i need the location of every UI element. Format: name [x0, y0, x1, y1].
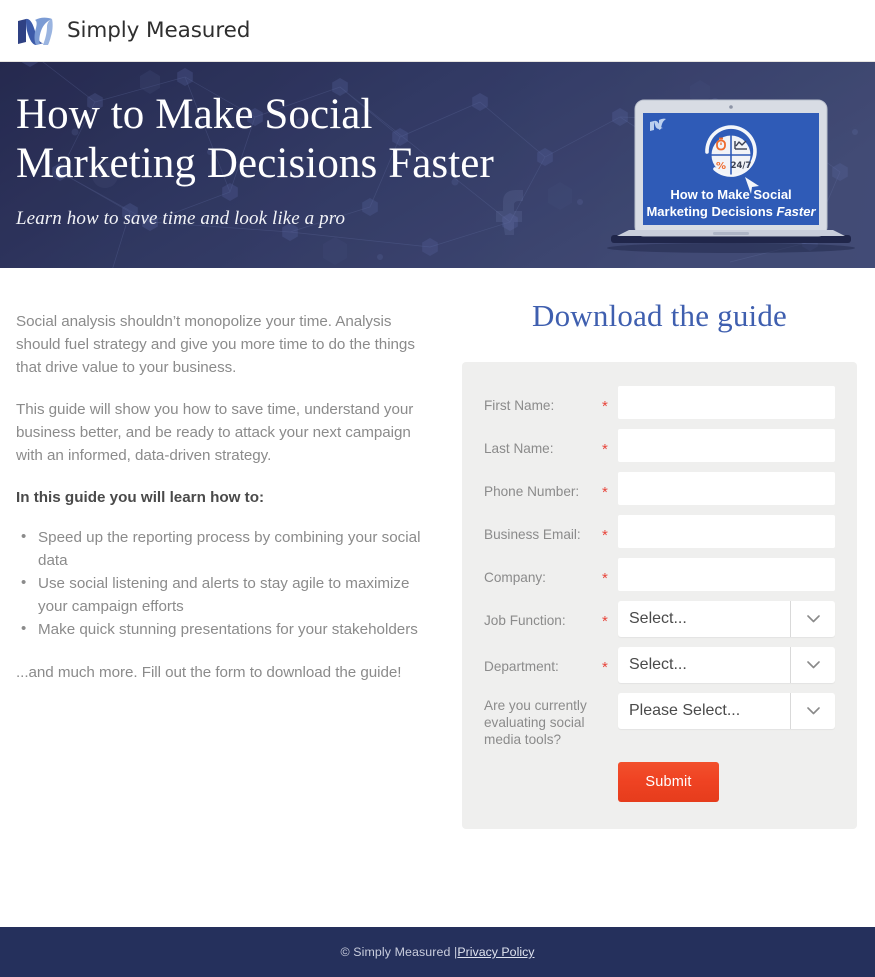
list-item: Use social listening and alerts to stay … — [16, 571, 432, 618]
required-asterisk: * — [602, 570, 608, 587]
form-row-job-function: Job Function: * Select... — [484, 601, 835, 637]
business-email-label: Business Email: — [484, 527, 581, 542]
hero-banner: How to Make Social Marketing Decisions F… — [0, 62, 875, 268]
required-asterisk-placeholder: * — [602, 693, 618, 721]
svg-text:%: % — [716, 161, 726, 172]
form-row-first-name: First Name: * — [484, 386, 835, 419]
required-asterisk: * — [602, 441, 608, 458]
footer-copyright: © Simply Measured | — [340, 945, 458, 959]
benefits-list: Speed up the reporting process by combin… — [16, 525, 432, 641]
form-actions: Submit — [484, 762, 835, 802]
svg-text:24/7: 24/7 — [731, 161, 752, 171]
closing-paragraph: ...and much more. Fill out the form to d… — [16, 664, 402, 681]
hero-title: How to Make Social Marketing Decisions F… — [16, 90, 616, 188]
form-row-evaluating-tools: Are you currently evaluating social medi… — [484, 693, 835, 748]
site-header: Simply Measured — [0, 0, 875, 62]
department-selected-value: Select... — [629, 656, 687, 673]
brand-logo[interactable]: Simply Measured — [16, 14, 250, 48]
last-name-label: Last Name: — [484, 441, 554, 456]
department-label: Department: — [484, 659, 559, 674]
phone-number-input[interactable] — [618, 472, 835, 505]
submit-button[interactable]: Submit — [618, 762, 719, 802]
simply-measured-ribbon-logo-icon — [16, 14, 56, 48]
last-name-input[interactable] — [618, 429, 835, 462]
hero-title-line1: How to Make Social — [16, 91, 373, 138]
chevron-down-icon[interactable] — [791, 601, 835, 637]
evaluating-tools-selected-value: Please Select... — [629, 702, 741, 719]
intro-paragraph-1: Social analysis shouldn’t monopolize you… — [16, 313, 415, 376]
required-asterisk: * — [602, 613, 608, 630]
list-item: Make quick stunning presentations for yo… — [16, 617, 432, 641]
form-row-phone-number: Phone Number: * — [484, 472, 835, 505]
download-form: First Name: * Last Name: * Phone Number:… — [462, 362, 857, 829]
main-content: Social analysis shouldn’t monopolize you… — [0, 268, 875, 927]
job-function-select[interactable]: Select... — [618, 601, 835, 637]
chevron-down-icon[interactable] — [791, 693, 835, 729]
phone-number-label: Phone Number: — [484, 484, 580, 499]
site-footer: © Simply Measured | Privacy Policy — [0, 927, 875, 977]
company-label: Company: — [484, 570, 546, 585]
required-asterisk: * — [602, 398, 608, 415]
chevron-down-icon[interactable] — [791, 647, 835, 683]
form-row-business-email: Business Email: * — [484, 515, 835, 548]
intro-paragraph-2: This guide will show you how to save tim… — [16, 401, 414, 464]
form-row-last-name: Last Name: * — [484, 429, 835, 462]
content-column: Social analysis shouldn’t monopolize you… — [0, 268, 462, 927]
required-asterisk: * — [602, 484, 608, 501]
job-function-label: Job Function: — [484, 613, 566, 628]
first-name-label: First Name: — [484, 398, 555, 413]
form-heading: Download the guide — [532, 298, 787, 333]
privacy-policy-link[interactable]: Privacy Policy — [457, 945, 534, 959]
business-email-input[interactable] — [618, 515, 835, 548]
svg-text:How to Make Social: How to Make Social — [670, 187, 791, 202]
svg-text:Marketing Decisions Faster: Marketing Decisions Faster — [646, 204, 816, 219]
job-function-selected-value: Select... — [629, 610, 687, 627]
list-item: Speed up the reporting process by combin… — [16, 525, 432, 572]
required-asterisk: * — [602, 659, 608, 676]
form-row-department: Department: * Select... — [484, 647, 835, 683]
lead-in-text: In this guide you will learn how to: — [16, 489, 265, 506]
required-asterisk: * — [602, 527, 608, 544]
company-input[interactable] — [618, 558, 835, 591]
form-row-company: Company: * — [484, 558, 835, 591]
laptop-ebook-cover-image: % 24/7 How to Make Social Marketing Deci… — [605, 98, 857, 254]
evaluating-tools-select[interactable]: Please Select... — [618, 693, 835, 729]
hero-title-line2: Marketing Decisions Faster — [16, 140, 494, 187]
brand-name: Simply Measured — [67, 18, 251, 43]
department-select[interactable]: Select... — [618, 647, 835, 683]
first-name-input[interactable] — [618, 386, 835, 419]
form-column: Download the guide First Name: * Last Na… — [462, 268, 875, 927]
evaluating-tools-label: Are you currently evaluating social medi… — [484, 698, 587, 747]
